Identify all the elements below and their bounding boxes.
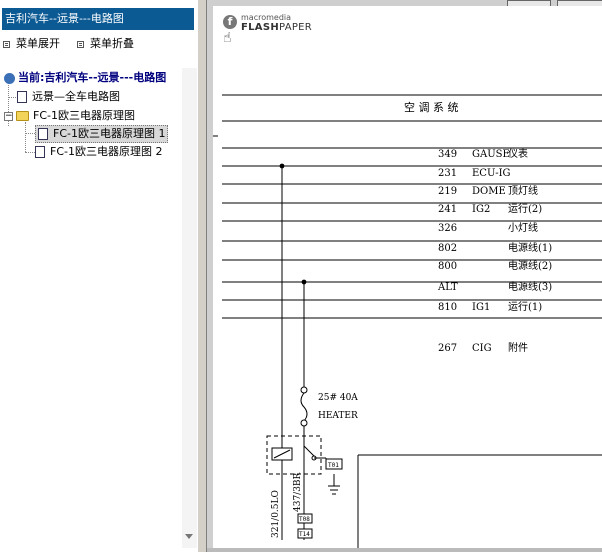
row-desc: 顶灯线 [508,184,538,197]
panel-splitter[interactable] [197,0,207,552]
fuse-rating: 25# 40A [318,393,358,403]
row-name: CIG [472,343,492,354]
row-code: 810 [438,302,457,313]
row-code: 267 [438,343,457,354]
tree-item-label: FC-1欧三电器原理图 2 [50,145,163,158]
row-name: ECU-IG [472,168,511,179]
page-icon [17,91,27,103]
junction-dot [279,163,285,169]
row-code: 219 [438,186,457,197]
collapse-menu-button[interactable]: 菜单折叠 [77,37,134,51]
row-name: DOME [472,186,506,197]
folder-open-icon [16,111,29,121]
row-desc: 附件 [508,341,528,354]
row-name: IG1 [472,302,490,313]
row-code: 241 [438,204,457,215]
terminal-box-1-label: T01 [328,462,339,469]
tree-item-label: FC-1欧三电器原理图 1 [53,127,166,140]
row-name: GAUSE [472,149,510,160]
expand-menu-button[interactable]: 菜单展开 [3,37,60,51]
wire-label-1: 321/0.5LO [271,490,281,538]
fuse-terminal [300,419,308,427]
tree-connector [25,122,26,152]
tree-item-selected[interactable]: FC-1欧三电器原理图 1 [35,125,169,143]
fuse-terminal [300,386,308,394]
relay-switch [303,445,315,457]
flashpaper-viewer: f macromedia FLASHPAPER ☝ 空 调 系 统 349 GAU… [207,0,602,552]
row-code: 349 [438,149,457,160]
tree-connector [8,97,16,98]
row-desc: 电源线(3) [508,280,552,293]
row-desc: 电源线(2) [508,259,552,272]
wire-label-2: 437/3BR [293,472,303,512]
tree-connector [25,133,35,134]
row-code: 800 [438,261,457,272]
tree-root-label: 当前:吉利汽车--远景---电路图 [18,71,167,84]
tree-view: 当前:吉利汽车--远景---电路图 远景—全车电路图 − FC-1欧三电器原理图… [0,68,182,548]
row-name: IG2 [472,204,490,215]
tree-root[interactable]: 当前:吉利汽车--远景---电路图 [4,70,166,86]
row-desc: 仪表 [508,147,528,160]
document-page[interactable]: f macromedia FLASHPAPER ☝ 空 调 系 统 349 GAU… [213,6,602,550]
terminal-box-3-label: T14 [299,531,310,538]
fuse-name: HEATER [318,411,358,421]
navigation-panel: 吉利汽车--远景---电路图 菜单展开 菜单折叠 当前:吉利汽车--远景---电… [0,0,197,552]
row-code: 231 [438,168,457,179]
computer-icon [4,72,15,84]
collapse-menu-label: 菜单折叠 [90,37,134,50]
tree-item-label: 远景—全车电路图 [32,90,120,103]
row-code: 802 [438,243,457,254]
terminal-box-2-label: T08 [299,516,310,523]
row-code: 326 [438,223,457,234]
tree-connector [25,152,35,153]
diagram-title: 空 调 系 统 [404,100,459,114]
viewer-status-bar [207,548,602,552]
page-icon [38,128,48,140]
collapse-toggle-icon[interactable]: − [4,112,13,121]
tree-item[interactable]: FC-1欧三电器原理图 2 [35,144,162,160]
page-icon [35,146,45,158]
row-code: ALT [437,282,458,293]
list-icon [3,40,10,48]
scroll-down-icon[interactable] [185,534,193,539]
row-desc: 运行(1) [508,300,542,313]
tree-folder[interactable]: FC-1欧三电器原理图 [16,108,135,124]
tree-folder-label: FC-1欧三电器原理图 [33,109,135,122]
row-desc: 电源线(1) [508,241,552,254]
row-desc: 小灯线 [508,221,538,234]
tree-scrollbar[interactable] [182,68,197,548]
fuse-symbol [300,392,308,422]
row-desc: 运行(2) [508,202,542,215]
circuit-diagram: 空 调 系 统 349 GAUSE仪表 231 ECU-IG 219 DOME 顶灯线 241… [213,94,602,550]
tree-item[interactable]: 远景—全车电路图 [17,89,120,105]
window-title: 吉利汽车--远景---电路图 [2,8,194,30]
list-icon [77,40,84,48]
junction-dot [301,279,307,285]
expand-menu-label: 菜单展开 [16,37,60,50]
